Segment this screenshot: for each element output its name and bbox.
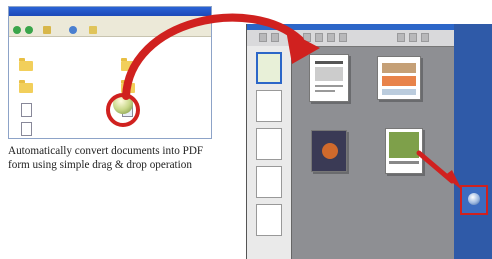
export-arrow-head-icon: [444, 170, 462, 190]
highlight-circle: [106, 93, 140, 127]
drag-arrow-icon: [122, 13, 304, 100]
drag-arrow-head-icon: [286, 30, 320, 64]
arrows-overlay: [106, 13, 462, 190]
